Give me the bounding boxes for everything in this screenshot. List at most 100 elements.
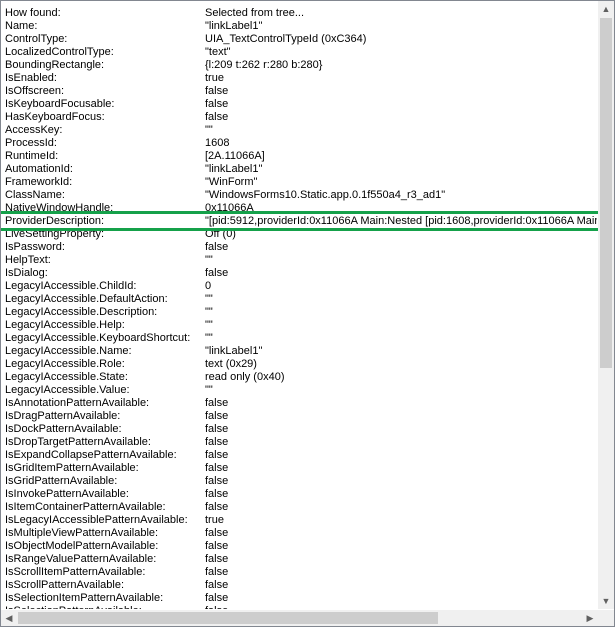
property-row[interactable]: LegacyIAccessible.Help: "" [1,319,597,332]
property-row[interactable]: LegacyIAccessible.DefaultAction: "" [1,293,597,306]
property-row[interactable]: LegacyIAccessible.KeyboardShortcut: "" [1,332,597,345]
property-row[interactable]: IsAnnotationPatternAvailable: false [1,397,597,410]
property-value: false [205,553,229,565]
property-row[interactable]: HelpText: "" [1,254,597,267]
property-name: BoundingRectangle: [5,59,105,71]
property-row[interactable]: IsLegacyIAccessiblePatternAvailable: true [1,514,597,527]
horizontal-scrollbar[interactable]: ◀ ▶ [1,610,598,626]
property-row[interactable]: FrameworkId: "WinForm" [1,176,597,189]
property-value: false [205,98,229,110]
property-name: LegacyIAccessible.ChildId: [5,280,137,292]
property-row[interactable]: IsPassword: false [1,241,597,254]
property-name: IsPassword: [5,241,65,253]
property-value: false [205,449,229,461]
property-row[interactable]: RuntimeId: [2A.11066A] [1,150,597,163]
property-row[interactable]: ProcessId: 1608 [1,137,597,150]
vertical-scroll-thumb[interactable] [600,18,612,368]
scrollbar-corner [598,610,614,626]
property-value: text (0x29) [205,358,257,370]
property-row[interactable]: ClassName: "WindowsForms10.Static.app.0.1… [1,189,597,202]
property-row[interactable]: IsDockPatternAvailable: false [1,423,597,436]
property-name: HelpText: [5,254,51,266]
property-value: 1608 [205,137,230,149]
property-name: HasKeyboardFocus: [5,111,105,123]
property-value: 0x11066A [205,202,254,214]
property-row[interactable]: IsEnabled: true [1,72,597,85]
property-row[interactable]: IsInvokePatternAvailable: false [1,488,597,501]
property-value: "" [205,306,213,318]
property-row[interactable]: LegacyIAccessible.State: read only (0x40) [1,371,597,384]
property-row[interactable]: IsScrollItemPatternAvailable: false [1,566,597,579]
property-value: false [205,592,229,604]
scroll-down-icon[interactable]: ▼ [598,593,614,609]
property-value: "WinForm" [205,176,258,188]
property-value: "[pid:5912,providerId:0x11066A Main:Nest… [205,215,597,227]
horizontal-scroll-thumb[interactable] [18,612,438,624]
property-value: false [205,423,229,435]
property-row[interactable]: IsDialog: false [1,267,597,280]
property-row[interactable]: IsKeyboardFocusable: false [1,98,597,111]
property-value: false [205,267,229,279]
property-row[interactable]: AccessKey: "" [1,124,597,137]
property-name: LegacyIAccessible.Help: [5,319,125,331]
property-row[interactable]: IsDropTargetPatternAvailable: false [1,436,597,449]
property-row[interactable]: ProviderDescription: "[pid:5912,providerI… [1,215,597,228]
scroll-right-icon[interactable]: ▶ [582,610,598,626]
property-name: AutomationId: [5,163,73,175]
property-value: false [205,605,228,609]
property-name: IsMultipleViewPatternAvailable: [5,527,159,539]
property-name: LegacyIAccessible.KeyboardShortcut: [5,332,191,344]
property-row[interactable]: IsOffscreen: false [1,85,597,98]
property-row[interactable]: ControlType: UIA_TextControlTypeId (0xC36… [1,33,597,46]
property-row[interactable]: NativeWindowHandle: 0x11066A [1,202,597,215]
property-value: false [205,462,229,474]
property-row[interactable]: LegacyIAccessible.Name: "linkLabel1" [1,345,597,358]
property-row[interactable]: LegacyIAccessible.Description: "" [1,306,597,319]
property-name: LegacyIAccessible.Description: [5,306,158,318]
property-value: "" [205,293,213,305]
property-row[interactable]: AutomationId: "linkLabel1" [1,163,597,176]
property-value: true [205,72,224,84]
property-value: false [205,475,229,487]
property-value: "" [205,332,213,344]
property-row[interactable]: IsGridItemPatternAvailable: false [1,462,597,475]
property-name: IsScrollItemPatternAvailable: [5,566,146,578]
property-row[interactable]: BoundingRectangle: {l:209 t:262 r:280 b:2… [1,59,597,72]
property-name: IsScrollPatternAvailable: [5,579,125,591]
property-value: false [205,501,229,513]
property-name: IsDropTargetPatternAvailable: [5,436,151,448]
property-row[interactable]: Name: "linkLabel1" [1,20,597,33]
property-value: "" [205,384,213,396]
property-row[interactable]: LegacyIAccessible.Role: text (0x29) [1,358,597,371]
scroll-up-icon[interactable]: ▲ [598,1,614,17]
property-row[interactable]: LegacyIAccessible.Value: "" [1,384,597,397]
property-row[interactable]: IsDragPatternAvailable: false [1,410,597,423]
property-row[interactable]: HasKeyboardFocus: false [1,111,597,124]
property-name: ClassName: [5,189,65,201]
property-row[interactable]: IsExpandCollapsePatternAvailable: false [1,449,597,462]
property-name: IsExpandCollapsePatternAvailable: [5,449,177,461]
property-row[interactable]: IsGridPatternAvailable: false [1,475,597,488]
property-name: IsDockPatternAvailable: [5,423,122,435]
property-row[interactable]: IsMultipleViewPatternAvailable: false [1,527,597,540]
properties-list[interactable]: How found: Selected from tree... Name: "lin… [1,1,597,609]
property-row[interactable]: IsSelectionPatternAvailable: false [1,605,597,609]
property-name: IsObjectModelPatternAvailable: [5,540,159,552]
property-row[interactable]: IsItemContainerPatternAvailable: false [1,501,597,514]
property-row[interactable]: IsObjectModelPatternAvailable: false [1,540,597,553]
property-row[interactable]: IsScrollPatternAvailable: false [1,579,597,592]
property-name: RuntimeId: [5,150,59,162]
property-name: AccessKey: [5,124,63,136]
property-value: {l:209 t:262 r:280 b:280} [205,59,323,71]
property-row[interactable]: IsRangeValuePatternAvailable: false [1,553,597,566]
property-row[interactable]: LocalizedControlType: "text" [1,46,597,59]
property-row[interactable]: LegacyIAccessible.ChildId: 0 [1,280,597,293]
property-name: LegacyIAccessible.Value: [5,384,130,396]
property-value: true [205,514,224,526]
property-name: NativeWindowHandle: [5,202,114,214]
property-row[interactable]: IsSelectionItemPatternAvailable: false [1,592,597,605]
scroll-left-icon[interactable]: ◀ [1,610,17,626]
property-row[interactable]: LiveSettingProperty: Off (0) [1,228,597,241]
vertical-scrollbar[interactable]: ▲ ▼ [598,1,614,609]
property-row[interactable]: How found: Selected from tree... [1,7,597,20]
